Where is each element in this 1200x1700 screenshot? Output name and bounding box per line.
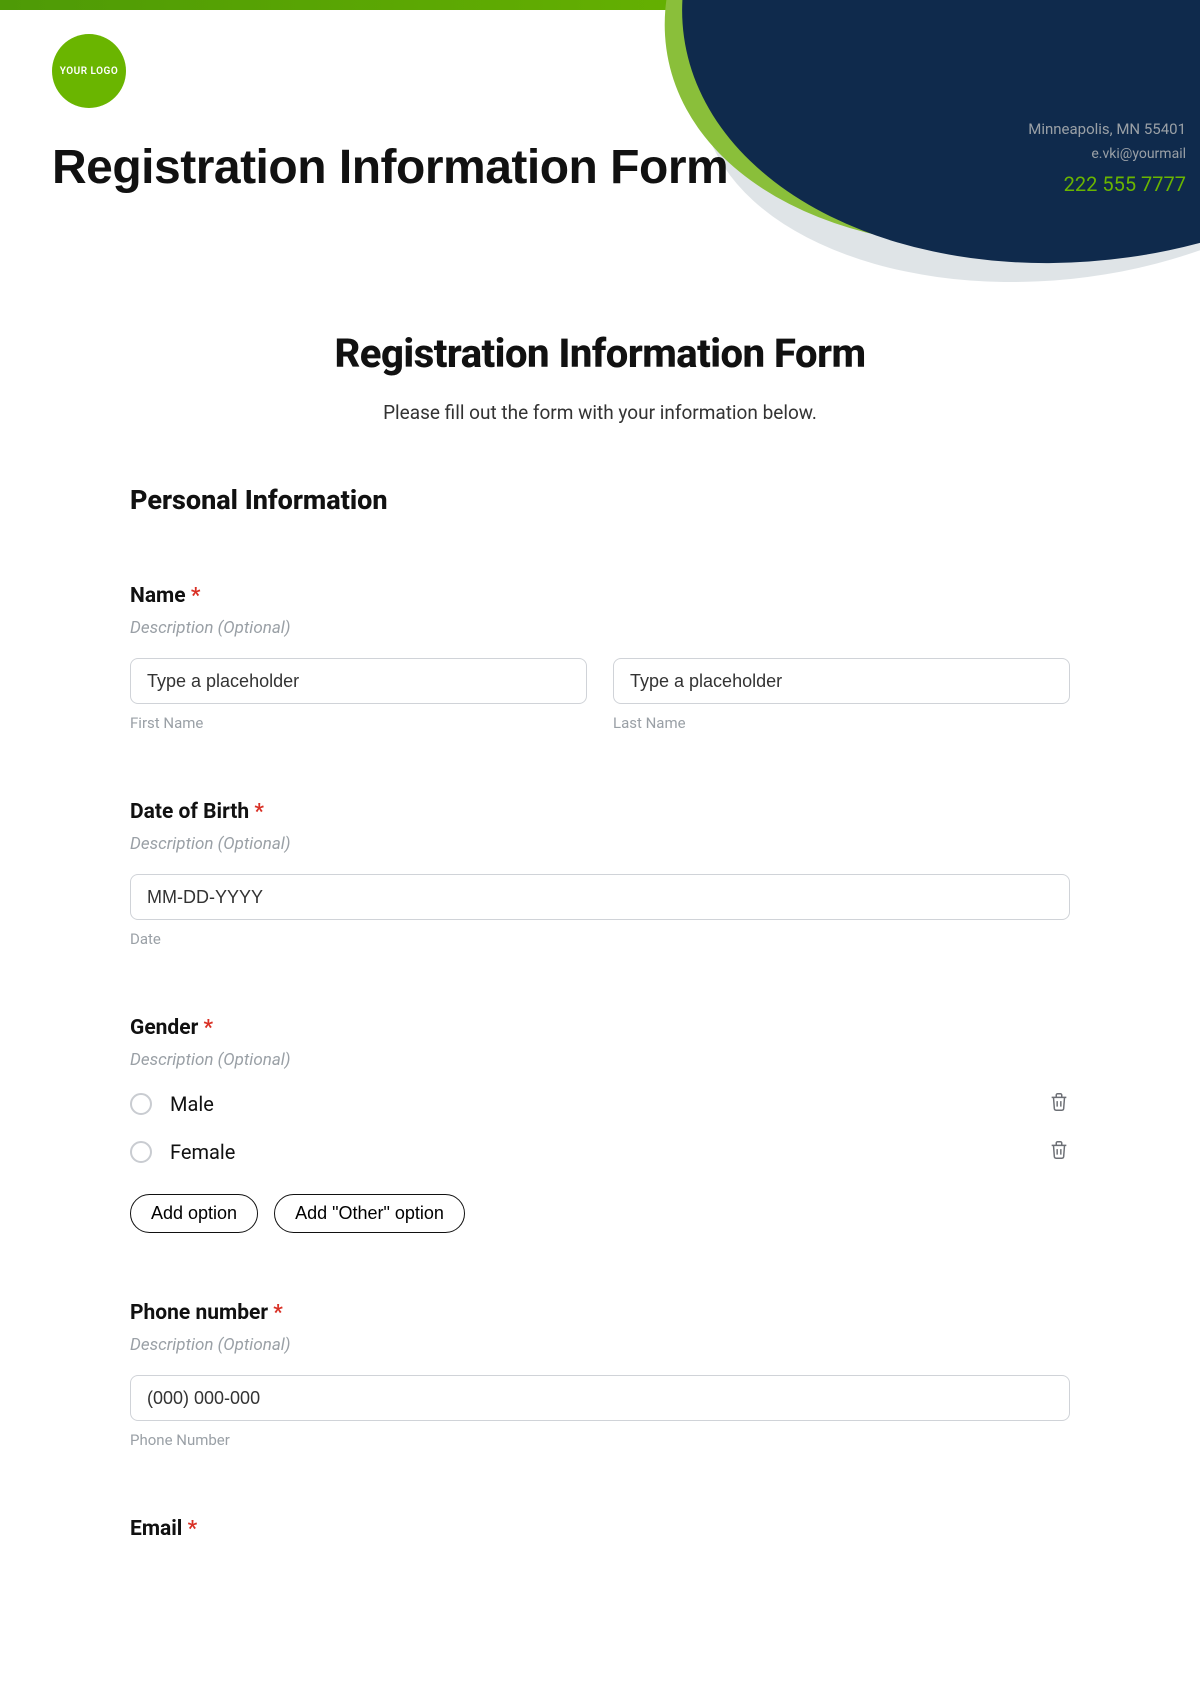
company-city: Minneapolis, MN 55401: [1028, 120, 1186, 138]
label-name-text: Name: [130, 584, 191, 608]
form-body: Registration Information Form Please fil…: [0, 330, 1200, 1541]
last-name-input[interactable]: [613, 658, 1070, 704]
dob-input[interactable]: [130, 874, 1070, 920]
first-name-input[interactable]: [130, 658, 587, 704]
required-asterisk: *: [254, 800, 264, 824]
gender-radio-female[interactable]: Female: [130, 1140, 235, 1164]
page-title: Registration Information Form: [52, 140, 728, 195]
phone-sublabel: Phone Number: [130, 1431, 1070, 1449]
gender-option-label: Male: [170, 1092, 214, 1116]
header-address: Minneapolis, MN 55401 e.vki@yourmail 222…: [1028, 120, 1186, 196]
required-asterisk: *: [273, 1301, 283, 1325]
delete-option-button[interactable]: [1048, 1090, 1070, 1118]
radio-icon: [130, 1093, 152, 1115]
radio-icon: [130, 1141, 152, 1163]
trash-icon: [1048, 1138, 1070, 1162]
logo-text: YOUR LOGO: [60, 66, 119, 77]
company-email: e.vki@yourmail: [1028, 146, 1186, 162]
phone-input[interactable]: [130, 1375, 1070, 1421]
delete-option-button[interactable]: [1048, 1138, 1070, 1166]
field-gender: Gender * Description (Optional) Male: [130, 1016, 1070, 1233]
trash-icon: [1048, 1090, 1070, 1114]
add-option-button[interactable]: Add option: [130, 1194, 258, 1233]
gender-option-female: Female: [130, 1138, 1070, 1166]
section-personal-info: Personal Information: [130, 484, 1070, 516]
field-label: Date of Birth *: [130, 800, 1070, 824]
field-name: Name * Description (Optional) First Name…: [130, 584, 1070, 732]
add-other-option-button[interactable]: Add "Other" option: [274, 1194, 465, 1233]
field-dob: Date of Birth * Description (Optional) D…: [130, 800, 1070, 948]
first-name-sublabel: First Name: [130, 714, 587, 732]
required-asterisk: *: [191, 584, 201, 608]
registration-form-sheet: YOUR LOGO Registration Information Form …: [0, 0, 1200, 1700]
company-phone: 222 555 7777: [1028, 172, 1186, 196]
label-email-text: Email: [130, 1517, 188, 1541]
field-description[interactable]: Description (Optional): [130, 618, 1070, 638]
field-phone: Phone number * Description (Optional) Ph…: [130, 1301, 1070, 1449]
field-email: Email *: [130, 1517, 1070, 1541]
field-description[interactable]: Description (Optional): [130, 1050, 1070, 1070]
last-name-sublabel: Last Name: [613, 714, 1070, 732]
required-asterisk: *: [204, 1016, 214, 1040]
form-subtitle: Please fill out the form with your infor…: [130, 401, 1070, 424]
field-label: Name *: [130, 584, 1070, 608]
label-gender-text: Gender: [130, 1016, 204, 1040]
form-heading: Registration Information Form: [130, 330, 1070, 377]
gender-option-male: Male: [130, 1090, 1070, 1118]
gender-option-label: Female: [170, 1140, 235, 1164]
gender-radio-male[interactable]: Male: [130, 1092, 214, 1116]
required-asterisk: *: [188, 1517, 198, 1541]
field-label: Phone number *: [130, 1301, 1070, 1325]
dob-sublabel: Date: [130, 930, 1070, 948]
field-description[interactable]: Description (Optional): [130, 834, 1070, 854]
logo-badge: YOUR LOGO: [52, 34, 126, 108]
label-phone-text: Phone number: [130, 1301, 273, 1325]
field-label: Gender *: [130, 1016, 1070, 1040]
field-description[interactable]: Description (Optional): [130, 1335, 1070, 1355]
field-label: Email *: [130, 1517, 1070, 1541]
label-dob-text: Date of Birth: [130, 800, 254, 824]
